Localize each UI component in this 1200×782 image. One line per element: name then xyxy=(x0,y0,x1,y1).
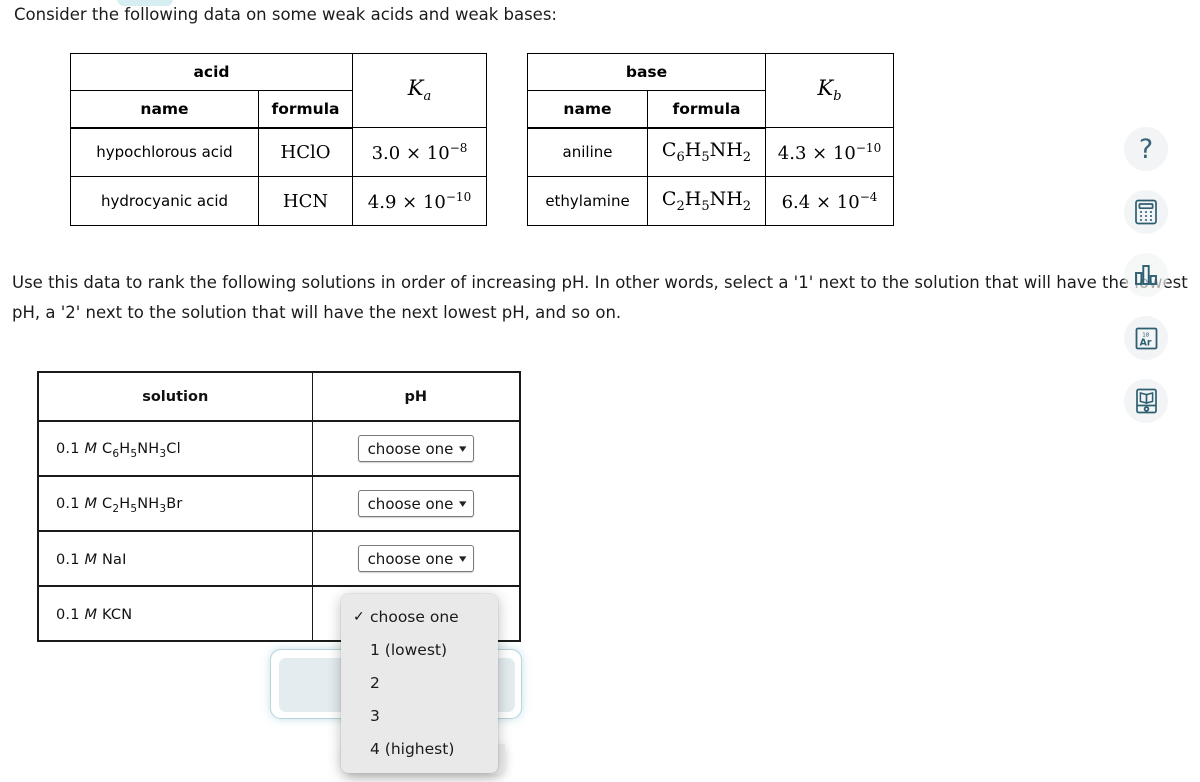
calculator-icon xyxy=(1135,199,1157,225)
ph-select-value: choose one xyxy=(367,549,454,568)
checkmark-icon: ✓ xyxy=(353,608,365,625)
bar-chart-button[interactable] xyxy=(1124,253,1168,297)
table-row: 0.1 M NaI choose one ▾ xyxy=(37,530,521,587)
periodic-table-button[interactable]: 18 Ar xyxy=(1124,316,1168,360)
chevron-down-icon: ▾ xyxy=(459,442,467,455)
base-name: aniline xyxy=(527,127,648,177)
reference-book-icon xyxy=(1135,388,1157,414)
reference-book-button[interactable] xyxy=(1124,379,1168,423)
prompt-line-2: Use this data to rank the following solu… xyxy=(12,273,1188,322)
ph-select-value: choose one xyxy=(367,494,454,513)
base-name: ethylamine xyxy=(527,176,648,226)
solution-table-header-row: solution pH xyxy=(37,371,521,422)
base-formula: C6H5NH2 xyxy=(647,127,766,177)
acid-name: hypochlorous acid xyxy=(70,127,259,177)
solution-cell: 0.1 M C6H5NH3Cl xyxy=(37,420,313,477)
dropdown-option-choose-one[interactable]: ✓ choose one xyxy=(341,600,498,633)
ph-select-row-2[interactable]: choose one ▾ xyxy=(357,490,474,517)
dropdown-option-3[interactable]: 3 xyxy=(341,699,498,732)
acid-data-table: acid Ka name formula hypochlorous acid H… xyxy=(70,53,487,226)
bar-chart-icon xyxy=(1135,265,1157,285)
dropdown-option-label: choose one xyxy=(370,607,459,626)
dropdown-option-label: 2 xyxy=(370,673,380,692)
acid-formula: HCN xyxy=(258,176,353,226)
ph-select-row-3[interactable]: choose one ▾ xyxy=(357,545,474,572)
base-row: ethylamine C2H5NH2 6.4 × 10−4 xyxy=(527,176,894,226)
acid-col-name: name xyxy=(70,90,259,129)
solution-label: 0.1 M C6H5NH3Cl xyxy=(56,440,181,460)
dropdown-option-label: 3 xyxy=(370,706,380,725)
base-kb: 4.3 × 10−10 xyxy=(765,127,894,177)
base-col-formula: formula xyxy=(647,90,766,129)
acid-ka: 3.0 × 10−8 xyxy=(352,127,487,177)
ph-dropdown-menu[interactable]: ✓ choose one 1 (lowest) 2 3 4 (highest) xyxy=(341,594,498,773)
base-group-header-row: base Kb xyxy=(527,53,894,128)
acid-group-header: acid xyxy=(70,53,353,91)
dropdown-option-2[interactable]: 2 xyxy=(341,666,498,699)
solution-cell: 0.1 M NaI xyxy=(37,530,313,587)
ph-select-value: choose one xyxy=(367,439,454,458)
base-group-header: base xyxy=(527,53,766,91)
header-solution: solution xyxy=(37,371,313,422)
acid-col-formula: formula xyxy=(258,90,353,129)
acid-row: hypochlorous acid HClO 3.0 × 10−8 xyxy=(70,127,487,177)
ph-select-row-1[interactable]: choose one ▾ xyxy=(357,435,474,462)
acid-k-header: Ka xyxy=(352,53,487,128)
acid-ka: 4.9 × 10−10 xyxy=(352,176,487,226)
base-row: aniline C6H5NH2 4.3 × 10−10 xyxy=(527,127,894,177)
acid-formula: HClO xyxy=(258,127,353,177)
table-row: 0.1 M C2H5NH3Br choose one ▾ xyxy=(37,475,521,532)
ph-cell: choose one ▾ xyxy=(311,530,521,587)
acid-name: hydrocyanic acid xyxy=(70,176,259,226)
chevron-down-icon: ▾ xyxy=(459,552,467,565)
help-button[interactable]: ? xyxy=(1124,127,1168,171)
solution-label: 0.1 M KCN xyxy=(56,607,133,623)
ph-cell: choose one ▾ xyxy=(311,475,521,532)
solution-cell: 0.1 M C2H5NH3Br xyxy=(37,475,313,532)
base-k-header: Kb xyxy=(765,53,894,128)
base-kb: 6.4 × 10−4 xyxy=(765,176,894,226)
help-icon: ? xyxy=(1138,133,1154,165)
dropdown-option-label: 4 (highest) xyxy=(370,739,455,758)
dropdown-option-4[interactable]: 4 (highest) xyxy=(341,732,498,765)
header-ph: pH xyxy=(311,371,521,422)
dropdown-option-1[interactable]: 1 (lowest) xyxy=(341,633,498,666)
chevron-down-icon: ▾ xyxy=(459,497,467,510)
acid-row: hydrocyanic acid HCN 4.9 × 10−10 xyxy=(70,176,487,226)
ph-cell: choose one ▾ xyxy=(311,420,521,477)
prompt-line-1: Consider the following data on some weak… xyxy=(14,5,557,24)
solution-label: 0.1 M C2H5NH3Br xyxy=(56,495,183,515)
calculator-button[interactable] xyxy=(1124,190,1168,234)
base-data-table: base Kb name formula aniline C6H5NH2 4.3… xyxy=(527,53,894,226)
base-formula: C2H5NH2 xyxy=(647,176,766,226)
solution-cell: 0.1 M KCN xyxy=(37,585,313,642)
dropdown-option-label: 1 (lowest) xyxy=(370,640,448,659)
acid-group-header-row: acid Ka xyxy=(70,53,487,128)
svg-text:Ar: Ar xyxy=(1139,337,1151,348)
periodic-table-icon: 18 Ar xyxy=(1135,327,1157,349)
table-row: 0.1 M C6H5NH3Cl choose one ▾ xyxy=(37,420,521,477)
solution-label: 0.1 M NaI xyxy=(56,552,127,568)
base-col-name: name xyxy=(527,90,648,129)
